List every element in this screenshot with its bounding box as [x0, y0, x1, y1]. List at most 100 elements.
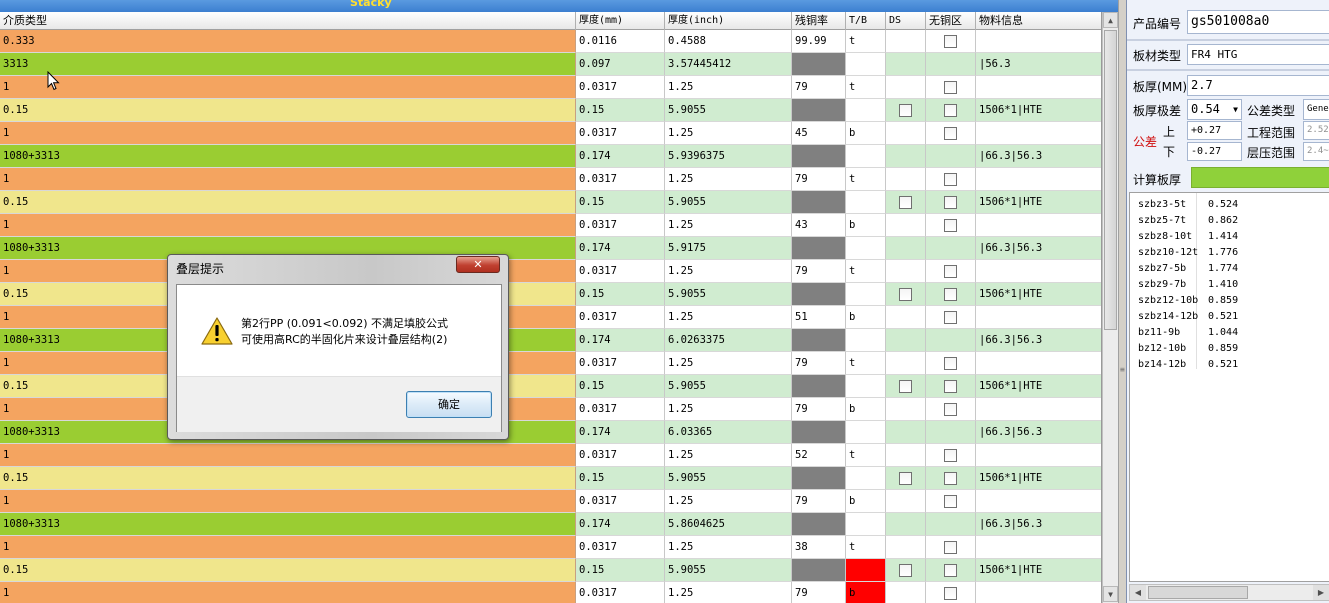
list-item[interactable]: szbz5-7t 0.862 [1138, 213, 1238, 229]
cell-tb[interactable]: t [846, 352, 886, 375]
table-row[interactable]: 0.15 0.15 5.9055 1506*1|HTE [0, 283, 1101, 306]
table-row[interactable]: 1080+3313 0.174 5.9175 |66.3|56.3 [0, 237, 1101, 260]
cell-rc[interactable] [792, 53, 846, 76]
column-header-mm[interactable]: 厚度(mm) [576, 12, 665, 30]
cell-info[interactable]: 1506*1|HTE [976, 559, 1101, 582]
cell-tb[interactable]: b [846, 306, 886, 329]
list-item[interactable]: bz11-9b 1.044 [1138, 325, 1238, 341]
cell-rc[interactable]: 43 [792, 214, 846, 237]
cell-rc[interactable]: 45 [792, 122, 846, 145]
column-header-info[interactable]: 物料信息 [976, 12, 1101, 30]
table-row[interactable]: 0.333 0.0116 0.4588 99.99 t [0, 30, 1101, 53]
checkbox-icon[interactable] [944, 196, 957, 209]
cell-inch[interactable]: 3.57445412 [665, 53, 792, 76]
cell-tb[interactable] [846, 145, 886, 168]
cell-ds[interactable] [886, 513, 926, 536]
cell-tb[interactable]: t [846, 76, 886, 99]
table-row[interactable]: 1 0.0317 1.25 51 b [0, 306, 1101, 329]
cell-mm[interactable]: 0.0116 [576, 30, 665, 53]
cell-inch[interactable]: 5.9055 [665, 191, 792, 214]
cell-info[interactable]: |66.3|56.3 [976, 513, 1101, 536]
checkbox-icon[interactable] [944, 541, 957, 554]
cell-mm[interactable]: 0.174 [576, 421, 665, 444]
cell-ds[interactable] [886, 99, 926, 122]
checkbox-icon[interactable] [944, 265, 957, 278]
scroll-right-button[interactable]: ▶ [1313, 585, 1329, 600]
cell-mm[interactable]: 0.0317 [576, 76, 665, 99]
cell-type[interactable]: 1 [0, 214, 576, 237]
cell-nocu[interactable] [926, 582, 976, 603]
cell-ds[interactable] [886, 375, 926, 398]
cell-tb[interactable] [846, 237, 886, 260]
cell-tb[interactable]: t [846, 260, 886, 283]
table-row[interactable]: 0.15 0.15 5.9055 1506*1|HTE [0, 99, 1101, 122]
cell-info[interactable] [976, 30, 1101, 53]
checkbox-icon[interactable] [944, 449, 957, 462]
cell-nocu[interactable] [926, 536, 976, 559]
cell-nocu[interactable] [926, 352, 976, 375]
scroll-thumb[interactable] [1104, 30, 1117, 330]
cell-tb[interactable] [846, 99, 886, 122]
table-row[interactable]: 1 0.0317 1.25 79 t [0, 168, 1101, 191]
cell-rc[interactable]: 99.99 [792, 30, 846, 53]
cell-info[interactable]: |66.3|56.3 [976, 329, 1101, 352]
cell-rc[interactable] [792, 237, 846, 260]
cell-inch[interactable]: 5.9396375 [665, 145, 792, 168]
cell-nocu[interactable] [926, 168, 976, 191]
list-horizontal-scrollbar[interactable]: ◀ ▶ [1129, 584, 1329, 601]
cell-info[interactable] [976, 444, 1101, 467]
checkbox-icon[interactable] [944, 81, 957, 94]
cell-info[interactable]: 1506*1|HTE [976, 283, 1101, 306]
table-row[interactable]: 1 0.0317 1.25 45 b [0, 122, 1101, 145]
cell-nocu[interactable] [926, 421, 976, 444]
list-item[interactable]: szbz7-5b 1.774 [1138, 261, 1238, 277]
cell-inch[interactable]: 0.4588 [665, 30, 792, 53]
checkbox-icon[interactable] [944, 311, 957, 324]
cell-inch[interactable]: 6.03365 [665, 421, 792, 444]
cell-ds[interactable] [886, 536, 926, 559]
cell-ds[interactable] [886, 30, 926, 53]
cell-inch[interactable]: 5.9055 [665, 375, 792, 398]
cell-nocu[interactable] [926, 30, 976, 53]
cell-tb[interactable] [846, 513, 886, 536]
cell-inch[interactable]: 5.8604625 [665, 513, 792, 536]
cell-nocu[interactable] [926, 99, 976, 122]
cell-ds[interactable] [886, 490, 926, 513]
table-row[interactable]: 3313 0.097 3.57445412 |56.3 [0, 53, 1101, 76]
thickness-input[interactable]: 2.7 [1187, 75, 1329, 96]
table-row[interactable]: 0.15 0.15 5.9055 1506*1|HTE [0, 191, 1101, 214]
cell-rc[interactable]: 52 [792, 444, 846, 467]
checkbox-icon[interactable] [944, 35, 957, 48]
cell-rc[interactable] [792, 191, 846, 214]
cell-ds[interactable] [886, 76, 926, 99]
scroll-up-button[interactable]: ▲ [1103, 12, 1118, 28]
cell-tb[interactable]: b [846, 582, 886, 603]
cell-tb[interactable]: b [846, 490, 886, 513]
cell-mm[interactable]: 0.0317 [576, 122, 665, 145]
cell-rc[interactable]: 79 [792, 582, 846, 603]
table-row[interactable]: 1080+3313 0.174 5.8604625 |66.3|56.3 [0, 513, 1101, 536]
cell-mm[interactable]: 0.0317 [576, 582, 665, 603]
cell-tb[interactable]: t [846, 168, 886, 191]
cell-ds[interactable] [886, 122, 926, 145]
checkbox-icon[interactable] [944, 173, 957, 186]
cell-rc[interactable] [792, 329, 846, 352]
cell-inch[interactable]: 1.25 [665, 168, 792, 191]
cell-type[interactable]: 0.15 [0, 191, 576, 214]
cell-ds[interactable] [886, 168, 926, 191]
checkbox-icon[interactable] [899, 380, 912, 393]
cell-info[interactable] [976, 260, 1101, 283]
cell-rc[interactable] [792, 513, 846, 536]
cell-mm[interactable]: 0.15 [576, 191, 665, 214]
cell-tb[interactable]: t [846, 536, 886, 559]
ok-button[interactable]: 确定 [406, 391, 492, 418]
checkbox-icon[interactable] [944, 587, 957, 600]
board-type-field[interactable]: FR4 HTG [1187, 44, 1329, 65]
cell-nocu[interactable] [926, 122, 976, 145]
cell-rc[interactable] [792, 421, 846, 444]
cell-tb[interactable]: b [846, 398, 886, 421]
cell-nocu[interactable] [926, 191, 976, 214]
cell-tb[interactable] [846, 329, 886, 352]
cell-nocu[interactable] [926, 467, 976, 490]
cell-ds[interactable] [886, 559, 926, 582]
